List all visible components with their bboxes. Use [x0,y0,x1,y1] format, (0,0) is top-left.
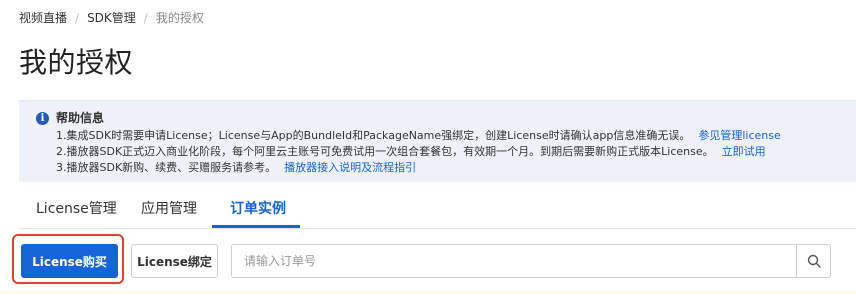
help-line-1: 1.集成SDK时需要申请License；License与App的BundleId… [56,128,781,143]
breadcrumb-item-current: 我的授权 [155,11,204,25]
active-tab-indicator [212,225,300,228]
help-line-text: 3.播放器SDK新购、续费、买赠服务请参考。 [56,161,277,174]
order-search-box [231,244,831,278]
license-bind-button[interactable]: License绑定 [131,244,218,278]
breadcrumb-item-sdk[interactable]: SDK管理 [87,11,136,25]
info-icon: i [36,112,49,125]
help-line-2: 2.播放器SDK正式迈入商业化阶段，每个阿里云主账号可免费试用一次组合套餐包，有… [56,144,766,159]
search-icon [807,254,821,268]
help-line-text: 2.播放器SDK正式迈入商业化阶段，每个阿里云主账号可免费试用一次组合套餐包，有… [56,145,714,158]
search-button[interactable] [796,245,830,277]
try-now-link[interactable]: 立即试用 [722,145,766,158]
tab-app-management[interactable]: 应用管理 [141,200,197,218]
page-title: 我的授权 [19,46,134,79]
player-guide-link[interactable]: 播放器接入说明及流程指引 [284,161,416,174]
breadcrumb-separator: / [75,11,80,25]
breadcrumb-separator: / [143,11,148,25]
help-title: 帮助信息 [56,111,105,125]
breadcrumb: 视频直播 / SDK管理 / 我的授权 [19,10,204,26]
tab-order-instances[interactable]: 订单实例 [230,200,286,218]
order-search-input[interactable] [232,245,797,277]
license-buy-button[interactable]: License购买 [21,244,118,278]
breadcrumb-item-live[interactable]: 视频直播 [19,11,67,25]
tab-bar: License管理 应用管理 订单实例 [19,188,856,229]
help-line-3: 3.播放器SDK新购、续费、买赠服务请参考。 播放器接入说明及流程指引 [56,160,416,175]
tab-license-management[interactable]: License管理 [36,200,117,218]
manage-license-link[interactable]: 参见管理license [698,129,780,142]
help-line-text: 1.集成SDK时需要申请License；License与App的BundleId… [56,129,691,142]
help-panel: i 帮助信息 1.集成SDK时需要申请License；License与App的B… [19,100,856,182]
